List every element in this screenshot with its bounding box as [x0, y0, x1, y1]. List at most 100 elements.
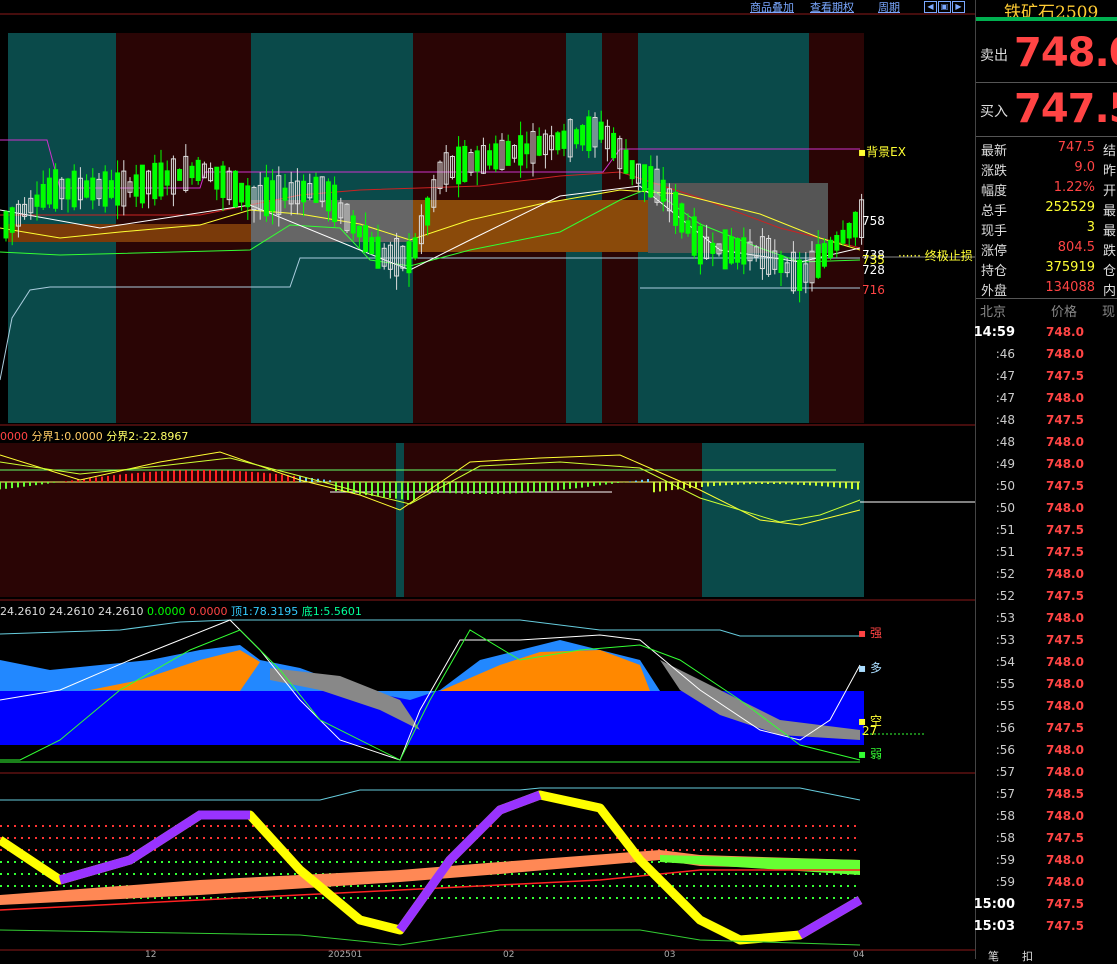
candle	[350, 215, 356, 234]
dot-grid	[147, 837, 149, 839]
tick-time: :51	[995, 523, 1015, 537]
band-purple	[58, 810, 250, 885]
dot-grid	[378, 825, 380, 827]
candle	[611, 132, 617, 159]
dot-grid	[231, 861, 233, 863]
tick-row[interactable]: 14:59 748.0	[974, 325, 1117, 347]
tick-row[interactable]: :55 748.0	[976, 699, 1117, 721]
nav-close-icon[interactable]: ▣	[938, 1, 951, 13]
dot-grid	[0, 849, 2, 851]
dot-grid	[392, 861, 394, 863]
tick-row[interactable]: :58 748.0	[976, 809, 1117, 831]
dot-grid	[168, 897, 170, 899]
dot-grid	[511, 873, 513, 875]
tick-row[interactable]: :56 747.5	[976, 721, 1117, 743]
tick-row[interactable]: :52 747.5	[976, 589, 1117, 611]
tick-row[interactable]: :56 748.0	[976, 743, 1117, 765]
dot-grid	[602, 885, 604, 887]
dot-grid	[196, 837, 198, 839]
tick-row[interactable]: :46 748.0	[976, 347, 1117, 369]
overlay-product-link[interactable]: 商品叠加	[750, 0, 794, 15]
candle	[462, 145, 468, 182]
dot-grid	[7, 861, 9, 863]
dot-grid	[735, 873, 737, 875]
dot-grid	[105, 825, 107, 827]
dot-grid	[840, 897, 842, 899]
tick-price: 748.0	[1046, 875, 1084, 889]
tab-deduct[interactable]: 扣	[1022, 948, 1033, 964]
dot-grid	[805, 825, 807, 827]
tick-row[interactable]: :57 748.0	[976, 765, 1117, 787]
dot-grid	[784, 885, 786, 887]
quote-panel: 铁矿石2509 卖出 748.0 买入 747.5 最新747.5结涨跌9.0昨…	[974, 0, 1117, 963]
nav-left-icon[interactable]: ◀	[924, 1, 937, 13]
candle	[697, 225, 703, 265]
dot-grid	[70, 861, 72, 863]
dot-grid	[728, 825, 730, 827]
dot-grid	[56, 825, 58, 827]
dot-grid	[161, 897, 163, 899]
dot-grid	[826, 849, 828, 851]
dot-grid	[700, 825, 702, 827]
dot-grid	[294, 873, 296, 875]
dot-grid	[378, 897, 380, 899]
dot-grid	[483, 849, 485, 851]
tick-row[interactable]: :48 748.0	[976, 435, 1117, 457]
dot-grid	[98, 861, 100, 863]
tick-row[interactable]: :50 748.0	[976, 501, 1117, 523]
dot-grid	[497, 897, 499, 899]
tick-price: 748.0	[1046, 699, 1084, 713]
tick-row[interactable]: :47 748.0	[976, 391, 1117, 413]
tick-row[interactable]: :58 747.5	[976, 831, 1117, 853]
line-cyan	[0, 787, 861, 801]
candle	[598, 121, 604, 140]
view-options-link[interactable]: 查看期权	[810, 0, 854, 15]
chart-area[interactable]	[0, 0, 975, 959]
candle	[821, 243, 827, 267]
tick-row[interactable]: :53 748.0	[976, 611, 1117, 633]
dot-grid	[819, 837, 821, 839]
tick-row[interactable]: :50 747.5	[976, 479, 1117, 501]
dot-grid	[805, 885, 807, 887]
tick-row[interactable]: 15:03 747.5	[974, 919, 1117, 941]
band-yellow	[0, 790, 863, 945]
tick-row[interactable]: :47 747.5	[976, 369, 1117, 391]
dot-grid	[644, 837, 646, 839]
dot-grid	[791, 837, 793, 839]
tick-price: 748.0	[1046, 743, 1084, 757]
tick-row[interactable]: :57 748.5	[976, 787, 1117, 809]
dot-grid	[91, 861, 93, 863]
dot-grid	[420, 885, 422, 887]
period-link[interactable]: 周期	[878, 0, 900, 15]
dot-grid	[700, 837, 702, 839]
nav-right-icon[interactable]: ▶	[952, 1, 965, 13]
tick-row[interactable]: :49 748.0	[976, 457, 1117, 479]
tick-row[interactable]: :51 747.5	[976, 523, 1117, 545]
tick-row[interactable]: :51 747.5	[976, 545, 1117, 567]
dot-grid	[49, 885, 51, 887]
tick-row[interactable]: 15:00 747.5	[974, 897, 1117, 919]
dot-grid	[7, 825, 9, 827]
dot-grid	[805, 849, 807, 851]
tick-row[interactable]: :48 747.5	[976, 413, 1117, 435]
tick-row[interactable]: :54 748.0	[976, 655, 1117, 677]
quote-row: 现手 3 最	[976, 220, 1117, 240]
tab-ticks[interactable]: 笔	[988, 948, 999, 964]
tick-row[interactable]: :52 748.0	[976, 567, 1117, 589]
tick-row[interactable]: :59 748.0	[976, 875, 1117, 897]
dot-grid	[63, 885, 65, 887]
dot-grid	[749, 873, 751, 875]
tick-row[interactable]: :53 747.5	[976, 633, 1117, 655]
dot-grid	[665, 897, 667, 899]
candle	[325, 181, 331, 212]
dot-grid	[518, 885, 520, 887]
dot-grid	[602, 897, 604, 899]
dot-grid	[686, 825, 688, 827]
dot-grid	[357, 825, 359, 827]
dot-grid	[581, 837, 583, 839]
dot-grid	[714, 885, 716, 887]
tick-row[interactable]: :59 748.0	[976, 853, 1117, 875]
dot-grid	[336, 837, 338, 839]
tick-row[interactable]: :55 748.0	[976, 677, 1117, 699]
dot-grid	[714, 873, 716, 875]
